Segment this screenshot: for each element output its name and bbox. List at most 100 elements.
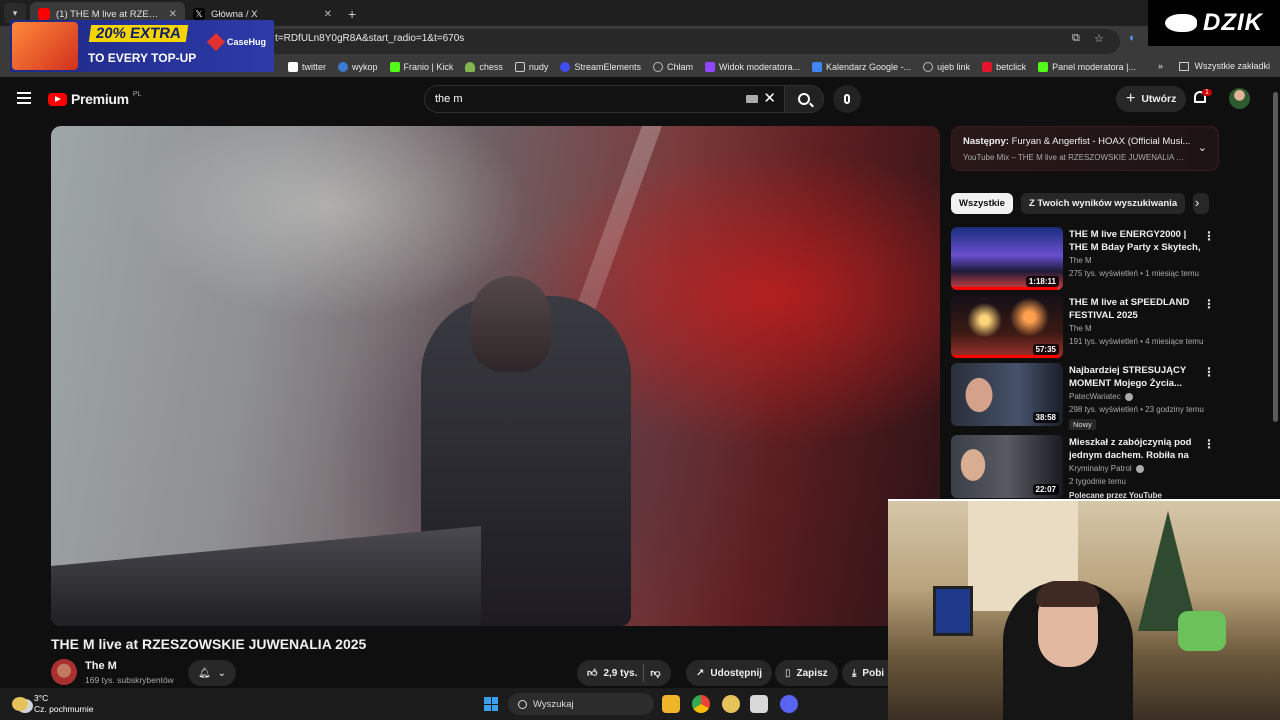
recommended-video[interactable]: 38:58 Najbardziej STRESUJĄCY MOMENT Moje… — [951, 363, 1219, 430]
x-icon: 𝕏 — [193, 8, 205, 20]
search-button[interactable] — [784, 85, 824, 113]
bookmark-ujeb-link[interactable]: ujeb link — [923, 62, 970, 72]
verified-icon — [1135, 464, 1144, 473]
partly-cloudy-icon — [12, 697, 28, 711]
tab-title: (1) THE M live at RZESZOWSKIE — [56, 8, 163, 20]
close-icon[interactable]: ✕ — [169, 9, 177, 20]
save-button[interactable]: ▯ Zapisz — [775, 660, 838, 686]
video-title[interactable]: THE M live at SPEEDLAND FESTIVAL 2025 — [1069, 296, 1203, 322]
bookmark-chess[interactable]: chess — [465, 62, 503, 72]
new-tab-button[interactable]: + — [348, 6, 356, 22]
install-icon[interactable]: ⧉ — [1072, 32, 1080, 45]
video-title[interactable]: Mieszkał z zabójczynią pod jednym dachem… — [1069, 436, 1203, 463]
more-options-icon[interactable]: ⋮ — [1203, 229, 1215, 243]
like-dislike-group: 👍︎ 2,9 tys. 👎︎ — [577, 660, 671, 686]
video-title[interactable]: THE M live ENERGY2000 | THE M Bday Party… — [1069, 228, 1203, 255]
chevron-right-icon[interactable]: › — [1195, 195, 1199, 210]
bookmark-kalendarz[interactable]: Kalendarz Google -... — [812, 62, 911, 72]
bookmark-franio-kick[interactable]: Franio | Kick — [389, 62, 453, 72]
bookmark-chlam[interactable]: Chłam — [652, 62, 693, 72]
channel-name[interactable]: PatecWariatec — [1069, 392, 1133, 401]
all-bookmarks[interactable]: Wszystkie zakładki — [1179, 61, 1270, 71]
chip-all[interactable]: Wszystkie — [951, 193, 1013, 214]
bookmark-folder-nudy[interactable]: nudy — [514, 62, 548, 72]
divider — [643, 664, 645, 682]
recommended-video[interactable]: 1:18:11 THE M live ENERGY2000 | THE M Bd… — [951, 227, 1219, 291]
streamer-webcam — [888, 499, 1280, 720]
recommended-video[interactable]: 57:35 THE M live at SPEEDLAND FESTIVAL 2… — [951, 295, 1219, 359]
url-text[interactable]: t=RDfULn8Y0gR8A&start_radio=1&t=670s — [275, 33, 464, 44]
ad-headline: 20% EXTRA — [88, 25, 189, 42]
chevron-more-icon[interactable]: » — [1158, 61, 1163, 71]
menu-icon[interactable] — [17, 92, 31, 104]
scrollbar-thumb[interactable] — [1273, 92, 1278, 422]
discord-icon[interactable] — [780, 695, 798, 713]
video-meta: 275 tys. wyświetleń • 1 miesiąc temu — [1069, 269, 1199, 278]
bookmark-wykop[interactable]: wykop — [338, 62, 378, 72]
avatar[interactable] — [1229, 88, 1250, 109]
stream-logo: DZIK — [1148, 0, 1280, 46]
channel-name[interactable]: Kryminalny Patrol — [1069, 464, 1144, 473]
app-icon[interactable] — [722, 695, 740, 713]
thumbs-down-icon[interactable]: 👎︎ — [650, 667, 660, 679]
windows-start-icon[interactable] — [484, 697, 498, 711]
search-input[interactable]: the m ✕ — [424, 85, 784, 113]
bookmark-betclick[interactable]: betclick — [982, 62, 1026, 72]
weather-widget[interactable]: 3°C Cz. pochmurnie — [12, 693, 94, 715]
webcam-pillow — [1178, 611, 1226, 651]
subscription-bell-button[interactable]: 🔔︎ ⌄ — [188, 660, 236, 686]
verified-icon — [1124, 392, 1133, 401]
bookmark-twitter[interactable]: twitter — [288, 62, 326, 72]
channel-name[interactable]: The M — [1069, 256, 1092, 265]
up-next-title: Następny: Furyan & Angerfist - HOAX (Off… — [963, 136, 1191, 147]
bookmark-panel-moderatora[interactable]: Panel moderatora |... — [1038, 62, 1136, 72]
boar-icon — [1165, 14, 1197, 32]
create-button[interactable]: + Utwórz — [1116, 86, 1187, 112]
up-next-card[interactable]: Następny: Furyan & Angerfist - HOAX (Off… — [951, 126, 1219, 171]
thumbs-up-icon[interactable]: 👍︎ — [587, 667, 597, 679]
voice-search-button[interactable] — [833, 85, 861, 113]
video-title[interactable]: Najbardziej STRESUJĄCY MOMENT Mojego Życ… — [1069, 364, 1203, 390]
video-thumbnail[interactable]: 57:35 — [951, 295, 1063, 358]
taskbar-search[interactable]: Wyszukaj — [508, 693, 654, 715]
video-thumbnail[interactable]: 1:18:11 — [951, 227, 1063, 290]
kick-icon — [389, 62, 400, 72]
bookmark-star-icon[interactable]: ☆ — [1094, 32, 1104, 45]
file-explorer-icon[interactable] — [662, 695, 680, 713]
video-meta: 191 tys. wyświetleń • 4 miesiące temu — [1069, 337, 1204, 346]
channel-avatar[interactable] — [51, 659, 77, 685]
video-thumbnail[interactable]: 38:58 — [951, 363, 1063, 426]
bookmark-widok-moderatora[interactable]: Widok moderatora... — [704, 62, 800, 72]
share-button[interactable]: ↗ Udostępnij — [686, 660, 773, 686]
channel-name[interactable]: The M — [1069, 324, 1092, 333]
chip-search-results[interactable]: Z Twoich wyników wyszukiwania — [1020, 193, 1186, 214]
casehug-ad-banner[interactable]: 20% EXTRA TO EVERY TOP-UP CaseHug — [10, 20, 274, 72]
youtube-logo[interactable]: Premium PL — [48, 91, 141, 107]
plus-icon: + — [1126, 90, 1136, 107]
keyboard-icon[interactable] — [746, 95, 758, 103]
more-options-icon[interactable]: ⋮ — [1203, 297, 1215, 311]
download-button[interactable]: ⤓ Pobi — [842, 660, 888, 686]
channel-name[interactable]: The M — [85, 660, 117, 672]
bookmark-streamelements[interactable]: StreamElements — [560, 62, 641, 72]
twitch-icon — [704, 62, 715, 72]
video-title: THE M live at RZESZOWSKIE JUWENALIA 2025 — [51, 636, 367, 652]
video-player[interactable] — [51, 126, 940, 626]
folder-icon — [514, 62, 525, 72]
microphone-icon — [844, 94, 850, 104]
video-thumbnail[interactable]: 22:07 — [951, 435, 1063, 498]
youtube-icon — [38, 8, 50, 20]
clear-search-icon[interactable]: ✕ — [763, 89, 776, 107]
more-options-icon[interactable]: ⋮ — [1203, 365, 1215, 379]
chevron-down-icon[interactable]: ⌄ — [1198, 141, 1207, 154]
extension-icon[interactable]: ◖ — [1128, 32, 1135, 44]
notifications-button[interactable]: 1 — [1192, 89, 1212, 107]
temperature: 3°C — [34, 693, 49, 703]
more-options-icon[interactable]: ⋮ — [1203, 437, 1215, 451]
like-count[interactable]: 2,9 tys. — [603, 668, 637, 679]
close-icon[interactable]: ✕ — [324, 9, 332, 20]
chrome-icon[interactable] — [692, 695, 710, 713]
windows-taskbar: 3°C Cz. pochmurnie Wyszukaj — [0, 688, 888, 720]
app-icon[interactable] — [750, 695, 768, 713]
recommended-video[interactable]: 22:07 Mieszkał z zabójczynią pod jednym … — [951, 435, 1219, 500]
